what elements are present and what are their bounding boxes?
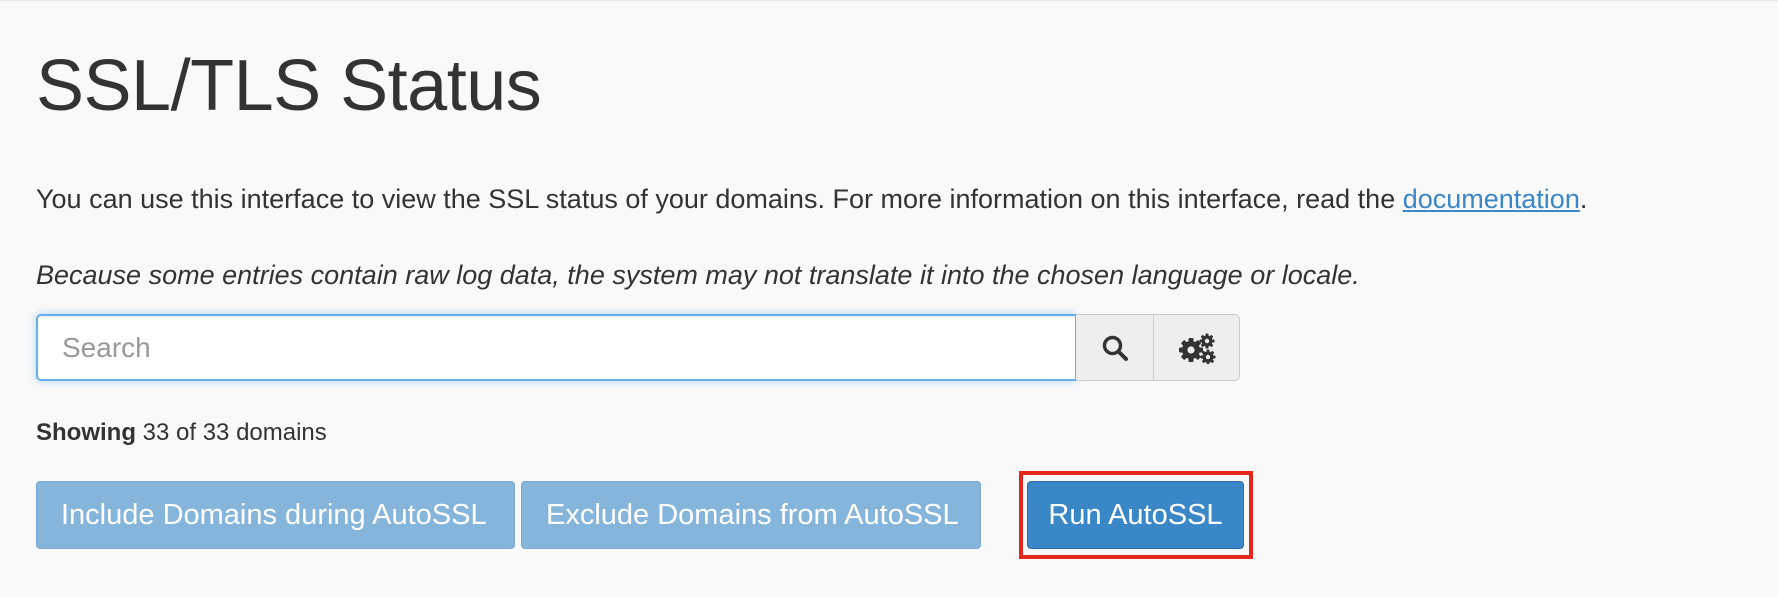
domain-count: Showing 33 of 33 domains [36, 417, 327, 449]
showing-count: 33 of 33 domains [135, 419, 327, 446]
exclude-domains-button[interactable]: Exclude Domains from AutoSSL [521, 481, 981, 549]
page-description: You can use this interface to view the S… [36, 181, 1587, 217]
run-autossl-button[interactable]: Run AutoSSL [1027, 481, 1244, 549]
search-button[interactable] [1076, 314, 1154, 381]
include-domains-button[interactable]: Include Domains during AutoSSL [36, 481, 515, 549]
search-group [36, 314, 1240, 381]
settings-button[interactable] [1154, 314, 1240, 381]
description-end: . [1579, 184, 1588, 214]
showing-label: Showing [36, 419, 136, 446]
search-icon [1102, 335, 1128, 361]
search-input[interactable] [36, 314, 1076, 381]
ssl-tls-status-page: SSL/TLS Status You can use this interfac… [0, 0, 1778, 598]
translation-note: Because some entries contain raw log dat… [36, 260, 1360, 290]
autossl-actions: Include Domains during AutoSSL Exclude D… [36, 471, 1253, 559]
description-text: You can use this interface to view the S… [36, 184, 1403, 214]
page-title: SSL/TLS Status [36, 46, 542, 126]
gears-icon [1178, 333, 1215, 364]
documentation-link[interactable]: documentation [1403, 184, 1580, 214]
